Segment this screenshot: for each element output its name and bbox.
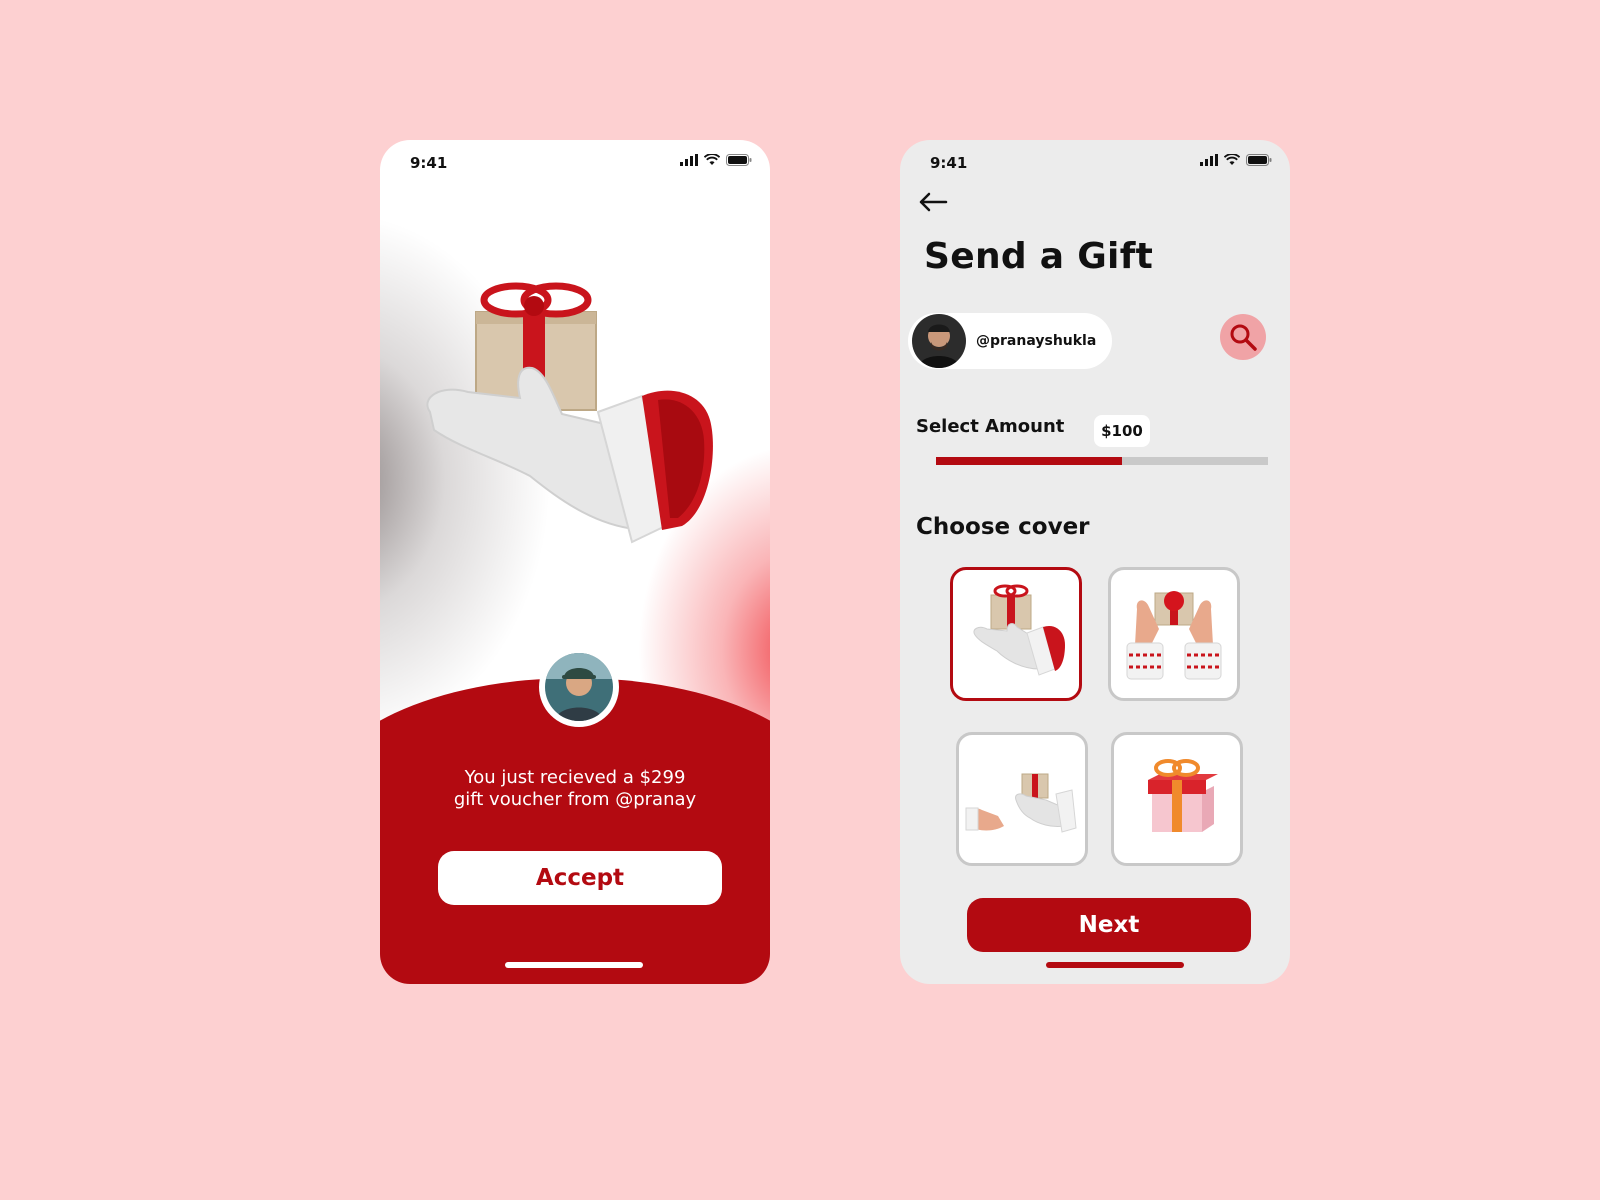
battery-icon [1246, 154, 1272, 166]
message-line-2: gift voucher from @pranay [453, 789, 697, 810]
cover-option-glove-gift[interactable] [950, 567, 1082, 701]
wifi-icon [704, 154, 720, 165]
send-gift-screen: 9:41 Send a Gift @pranayshukla Select Am… [900, 140, 1290, 984]
recipient-avatar-photo [912, 314, 966, 368]
amount-slider[interactable] [936, 457, 1268, 465]
amount-value-badge: $100 [1094, 415, 1150, 447]
gift-message: You just recieved a $299 gift voucher fr… [420, 767, 730, 811]
accept-button[interactable]: Accept [438, 851, 722, 905]
home-indicator [1046, 962, 1184, 968]
select-amount-label: Select Amount [916, 416, 1065, 437]
signal-icon [1200, 154, 1218, 166]
recipient-chip[interactable]: @pranayshukla [908, 313, 1112, 369]
message-line-1: You just recieved a $299 [464, 767, 686, 788]
status-bar: 9:41 [900, 152, 1290, 176]
wifi-icon [1224, 154, 1240, 165]
recipient-avatar [912, 314, 966, 368]
cover-option-gift-box[interactable] [1111, 732, 1243, 866]
gift-box-cover-image [1148, 759, 1218, 832]
next-button[interactable]: Next [967, 898, 1251, 952]
recipient-handle: @pranayshukla [976, 333, 1097, 349]
search-icon [1230, 324, 1257, 351]
signal-icon [680, 154, 698, 166]
status-bar: 9:41 [380, 152, 770, 176]
santa-glove-gift-illustration [426, 282, 713, 544]
search-button[interactable] [1220, 314, 1266, 360]
home-indicator [505, 962, 643, 968]
arrow-left-icon[interactable] [918, 192, 948, 212]
passing-gift-cover-image [965, 773, 1077, 833]
hands-gift-cover-image [1126, 591, 1222, 680]
sender-avatar [539, 647, 619, 727]
cover-option-passing-gift[interactable] [956, 732, 1088, 866]
status-time: 9:41 [410, 154, 448, 172]
battery-icon [726, 154, 752, 166]
amount-slider-fill [936, 457, 1122, 465]
choose-cover-label: Choose cover [916, 514, 1090, 540]
cover-option-hands-gift[interactable] [1108, 567, 1240, 701]
gift-received-screen: 9:41 You just recieved a $299 gift vouch… [380, 140, 770, 984]
sender-avatar-photo [545, 653, 613, 721]
glove-gift-cover-image [973, 584, 1065, 676]
page-title: Send a Gift [924, 236, 1154, 277]
status-time: 9:41 [930, 154, 968, 172]
